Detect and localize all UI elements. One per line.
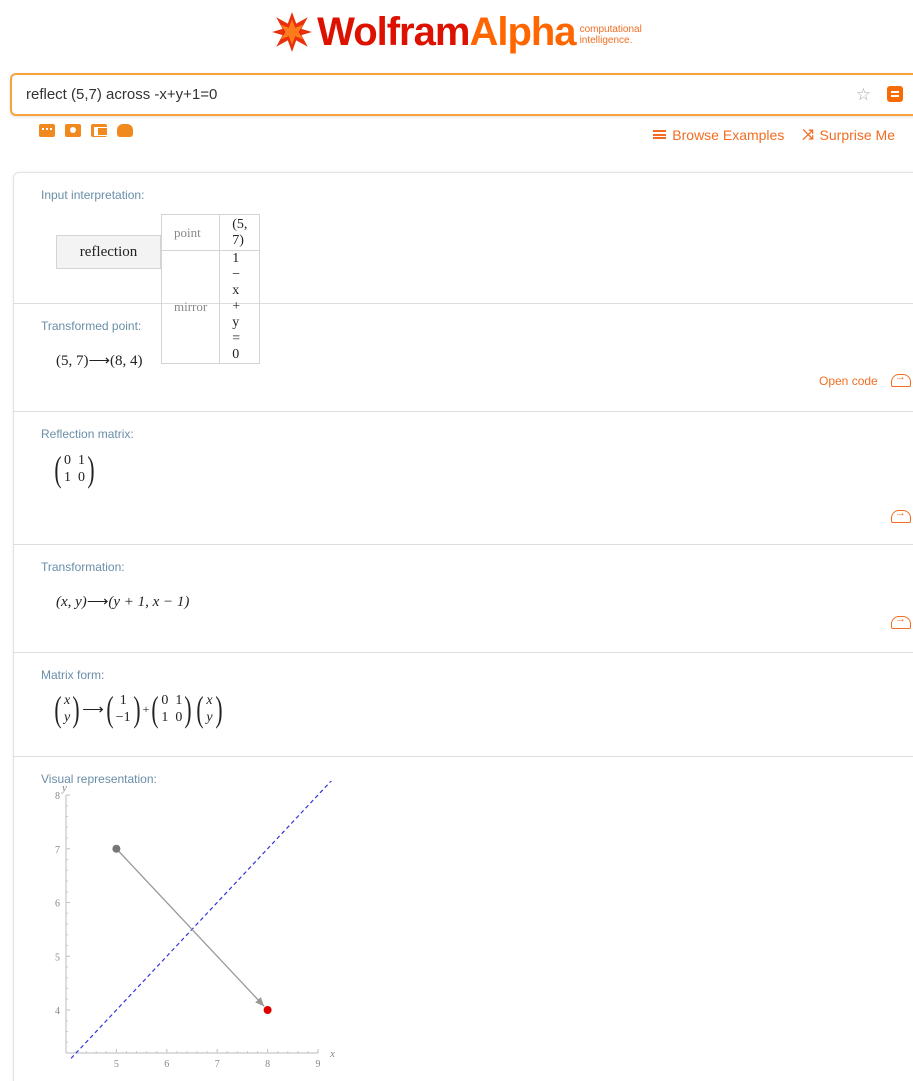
x-tick-label: 8 bbox=[265, 1059, 270, 1070]
matrix-form-expression: (x y) ⟶ (1 −1) + (0 11 0) (x y) bbox=[54, 689, 223, 729]
search-bar[interactable]: ☆ bbox=[10, 73, 913, 116]
input-mode-toolbar bbox=[39, 124, 133, 137]
logo-tagline: computational intelligence. bbox=[579, 24, 642, 46]
open-code-link[interactable]: Open code bbox=[819, 374, 878, 388]
reflection-matrix: ( 0 11 0 ) bbox=[54, 449, 95, 489]
logo-wolfram-text: Wolfram bbox=[317, 9, 470, 54]
equals-icon[interactable] bbox=[887, 86, 903, 102]
results-card: Input interpretation: reflection point (… bbox=[13, 172, 913, 1081]
y-tick-label: 5 bbox=[55, 952, 60, 963]
x-axis-label: x bbox=[329, 1048, 335, 1060]
table-icon[interactable] bbox=[91, 124, 109, 137]
star-icon[interactable]: ☆ bbox=[856, 85, 871, 105]
x-tick-label: 7 bbox=[215, 1059, 220, 1070]
interpretation-head: reflection bbox=[56, 235, 161, 269]
reflected-point bbox=[263, 1006, 272, 1014]
y-axis-label: y bbox=[61, 782, 67, 794]
pod-title: Input interpretation: bbox=[41, 188, 145, 202]
browse-examples-link[interactable]: Browse Examples bbox=[653, 126, 784, 143]
pod-title: Reflection matrix: bbox=[41, 427, 134, 441]
hand-icon[interactable] bbox=[117, 124, 133, 137]
header-links: Browse Examples ⤨ Surprise Me bbox=[653, 126, 895, 143]
wolfram-spikey-icon bbox=[272, 12, 313, 52]
x-tick-label: 6 bbox=[164, 1059, 169, 1070]
pod-transformation: Transformation: (x, y)⟶(y + 1, x − 1) bbox=[14, 545, 913, 653]
wolfram-alpha-logo[interactable]: WolframAlpha computational intelligence. bbox=[0, 8, 913, 56]
y-tick-label: 6 bbox=[55, 899, 60, 910]
camera-icon[interactable] bbox=[65, 124, 81, 137]
pod-title: Transformed point: bbox=[41, 319, 142, 333]
table-value: (5, 7) bbox=[219, 214, 261, 251]
logo-alpha-text: Alpha bbox=[469, 9, 576, 54]
pod-reflection-matrix: Reflection matrix: ( 0 11 0 ) bbox=[14, 412, 913, 545]
x-tick-label: 5 bbox=[114, 1059, 119, 1070]
reflection-arrow bbox=[115, 848, 265, 1007]
original-point bbox=[112, 844, 121, 853]
surprise-me-link[interactable]: ⤨ Surprise Me bbox=[802, 126, 895, 143]
table-key: point bbox=[160, 214, 221, 251]
transformation-result: (x, y)⟶(y + 1, x − 1) bbox=[56, 594, 190, 610]
mirror-line bbox=[70, 781, 332, 1059]
y-tick-label: 4 bbox=[55, 1006, 60, 1017]
search-input[interactable] bbox=[26, 86, 786, 103]
y-tick-label: 7 bbox=[55, 845, 60, 856]
pod-title: Matrix form: bbox=[41, 668, 105, 682]
cloud-export-icon[interactable] bbox=[891, 371, 911, 387]
reflection-plot: 5 6 7 8 9 4 5 6 7 8 x y bbox=[55, 781, 335, 1070]
cloud-export-icon[interactable] bbox=[891, 613, 911, 629]
surprise-me-label: Surprise Me bbox=[819, 126, 895, 143]
pod-title: Transformation: bbox=[41, 560, 125, 574]
cloud-export-icon[interactable] bbox=[891, 507, 911, 523]
table-row: point (5, 7) bbox=[160, 214, 261, 251]
pod-visual-representation: Visual representation: 5678945678xy bbox=[14, 757, 913, 1081]
transformed-point-result: (5, 7)⟶(8, 4) bbox=[56, 353, 143, 369]
y-tick-label: 8 bbox=[55, 791, 60, 802]
browse-examples-label: Browse Examples bbox=[672, 126, 785, 143]
pod-matrix-form: Matrix form: (x y) ⟶ (1 −1) + (0 11 0) (x y… bbox=[14, 653, 913, 757]
keyboard-icon[interactable] bbox=[39, 124, 55, 137]
shuffle-icon: ⤨ bbox=[802, 126, 814, 142]
menu-icon bbox=[653, 130, 667, 139]
x-tick-label: 9 bbox=[316, 1059, 321, 1070]
pod-transformed-point: Transformed point: (5, 7)⟶(8, 4) Open co… bbox=[14, 304, 913, 412]
pod-input-interpretation: Input interpretation: reflection point (… bbox=[14, 173, 913, 364]
